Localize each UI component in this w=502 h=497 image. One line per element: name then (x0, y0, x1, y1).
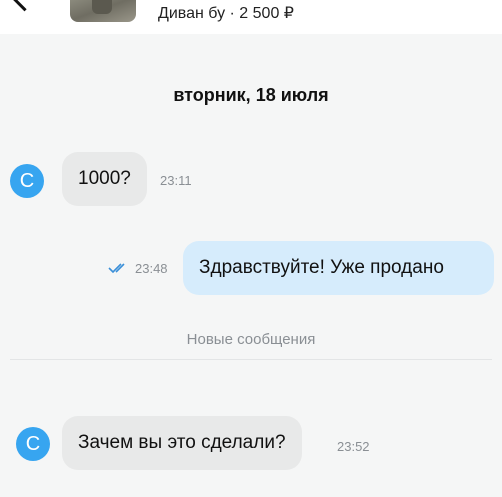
avatar[interactable]: С (10, 164, 44, 198)
date-divider: вторник, 18 июля (173, 85, 329, 105)
back-arrow-icon[interactable] (9, 0, 40, 12)
message-text: Зачем вы это сделали? (78, 432, 286, 453)
double-check-icon (108, 263, 125, 274)
message-text: Здравствуйте! Уже продано (199, 257, 444, 278)
chat-header: Диван бу · 2 500 ₽ (0, 0, 502, 34)
listing-title[interactable]: Диван бу · 2 500 ₽ (158, 3, 294, 23)
message-bubble-outgoing[interactable]: Здравствуйте! Уже продано (183, 241, 494, 295)
divider-line (10, 359, 492, 360)
message-time: 23:48 (135, 261, 168, 276)
new-messages-divider: Новые сообщения (186, 331, 316, 348)
message-bubble-incoming[interactable]: 1000? (62, 152, 147, 206)
message-time: 23:11 (160, 173, 192, 188)
message-bubble-incoming[interactable]: Зачем вы это сделали? (62, 416, 302, 470)
message-time: 23:52 (337, 439, 370, 454)
avatar[interactable]: С (16, 427, 50, 461)
avatar-letter: С (19, 169, 35, 192)
listing-thumbnail[interactable] (70, 0, 136, 22)
avatar-letter: С (25, 432, 41, 455)
message-text: 1000? (78, 168, 131, 189)
